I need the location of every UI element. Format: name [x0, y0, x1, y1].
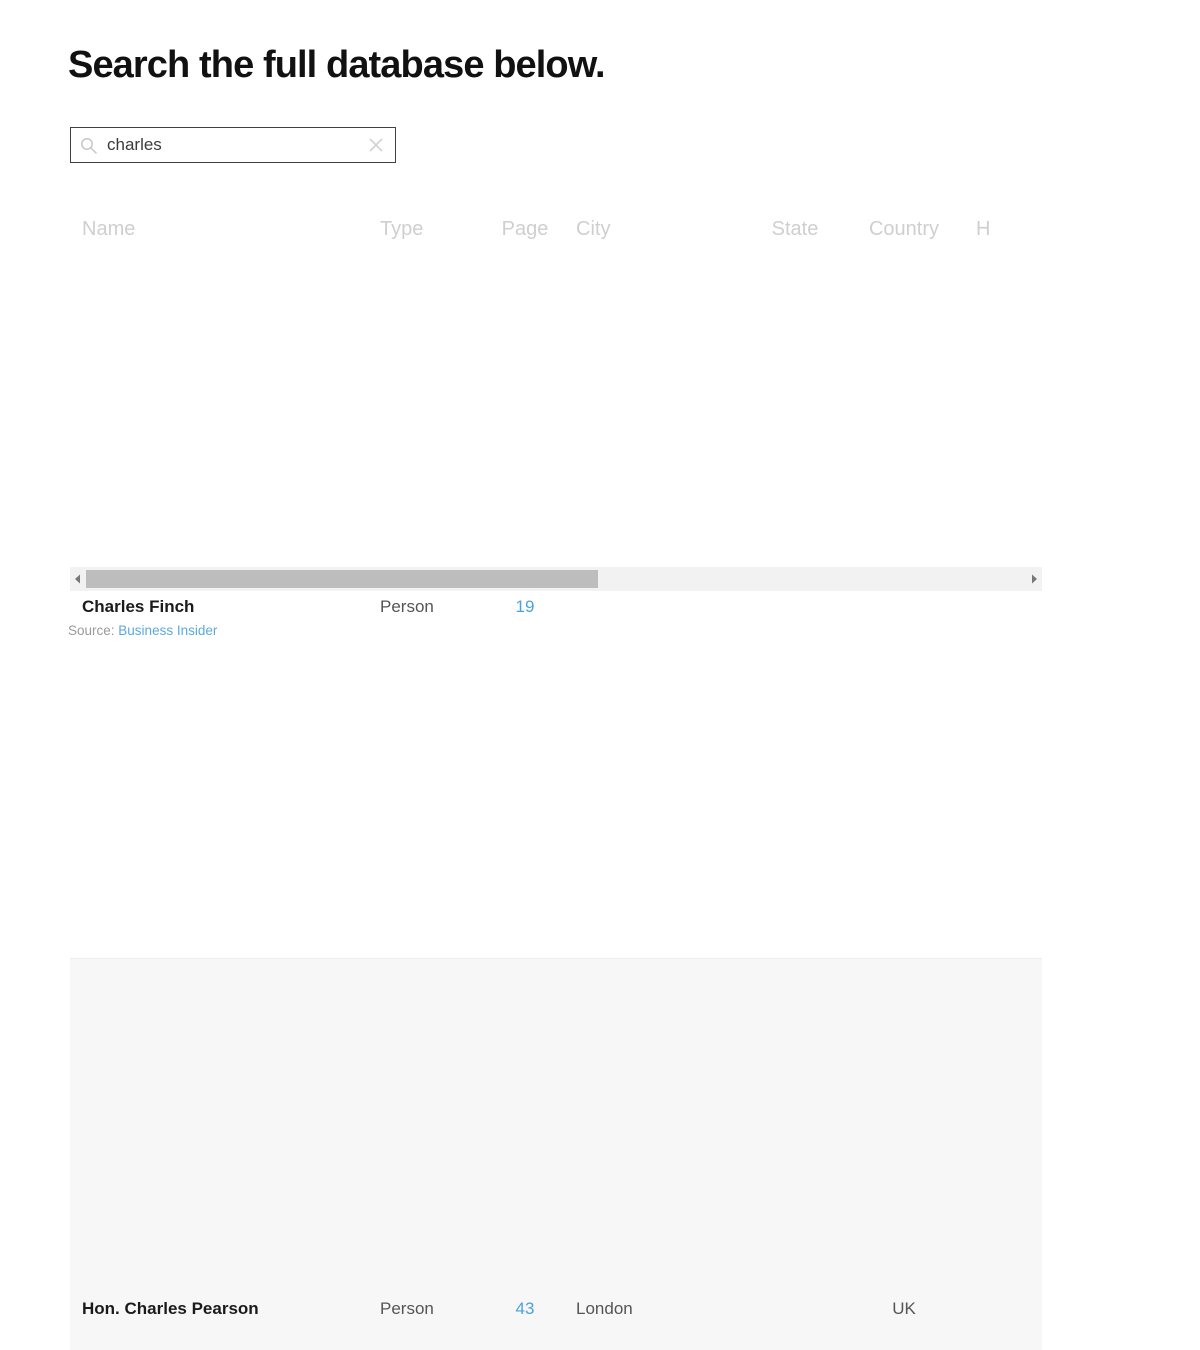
cell-type: Person — [368, 257, 486, 959]
triangle-left-icon[interactable] — [70, 567, 86, 591]
close-icon[interactable] — [367, 136, 385, 154]
search-icon — [80, 137, 97, 154]
table-row[interactable]: Charles Finch Person 19 — [70, 257, 1042, 959]
column-header-city[interactable]: City — [564, 218, 746, 257]
column-header-country[interactable]: Country — [844, 218, 964, 257]
table-header-row: Name Type Page City State Country H — [70, 218, 1042, 257]
cell-city: London — [564, 959, 746, 1350]
search-input[interactable] — [107, 134, 367, 156]
cell-country — [844, 257, 964, 959]
results-table: Name Type Page City State Country H Char… — [70, 218, 1042, 1350]
table-body: Charles Finch Person 19 Hon. Charles Pea… — [70, 257, 1042, 1350]
cell-name: Hon. Charles Pearson — [70, 959, 368, 1350]
cell-state — [746, 959, 844, 1350]
cell-state — [746, 257, 844, 959]
cell-page: 43 — [486, 959, 564, 1350]
page-link[interactable]: 19 — [516, 597, 535, 616]
scrollbar-track[interactable] — [86, 567, 1026, 591]
cell-name: Charles Finch — [70, 257, 368, 959]
source-line: Source: Business Insider — [68, 623, 217, 638]
cell-country: UK — [844, 959, 964, 1350]
page-link[interactable]: 43 — [516, 1299, 535, 1318]
page-title: Search the full database below. — [68, 44, 605, 88]
cell-host — [964, 959, 1042, 1350]
triangle-right-icon[interactable] — [1026, 567, 1042, 591]
results-table-container: Name Type Page City State Country H Char… — [70, 218, 1042, 1350]
source-prefix: Source: — [68, 623, 115, 638]
scrollbar-thumb[interactable] — [86, 570, 598, 588]
cell-page: 19 — [486, 257, 564, 959]
table-row[interactable]: Hon. Charles Pearson Person 43 London UK — [70, 959, 1042, 1350]
table-header: Name Type Page City State Country H — [70, 218, 1042, 257]
cell-city — [564, 257, 746, 959]
search-box[interactable] — [70, 127, 396, 163]
cell-host — [964, 257, 1042, 959]
column-header-name[interactable]: Name — [70, 218, 368, 257]
column-header-host[interactable]: H — [964, 218, 1042, 257]
cell-type: Person — [368, 959, 486, 1350]
horizontal-scrollbar[interactable] — [70, 567, 1042, 591]
page-root: Search the full database below. — [0, 0, 1200, 675]
results-table-viewport[interactable]: Name Type Page City State Country H Char… — [70, 218, 1042, 1350]
column-header-state[interactable]: State — [746, 218, 844, 257]
column-header-type[interactable]: Type — [368, 218, 486, 257]
source-link[interactable]: Business Insider — [118, 623, 217, 638]
column-header-page[interactable]: Page — [486, 218, 564, 257]
